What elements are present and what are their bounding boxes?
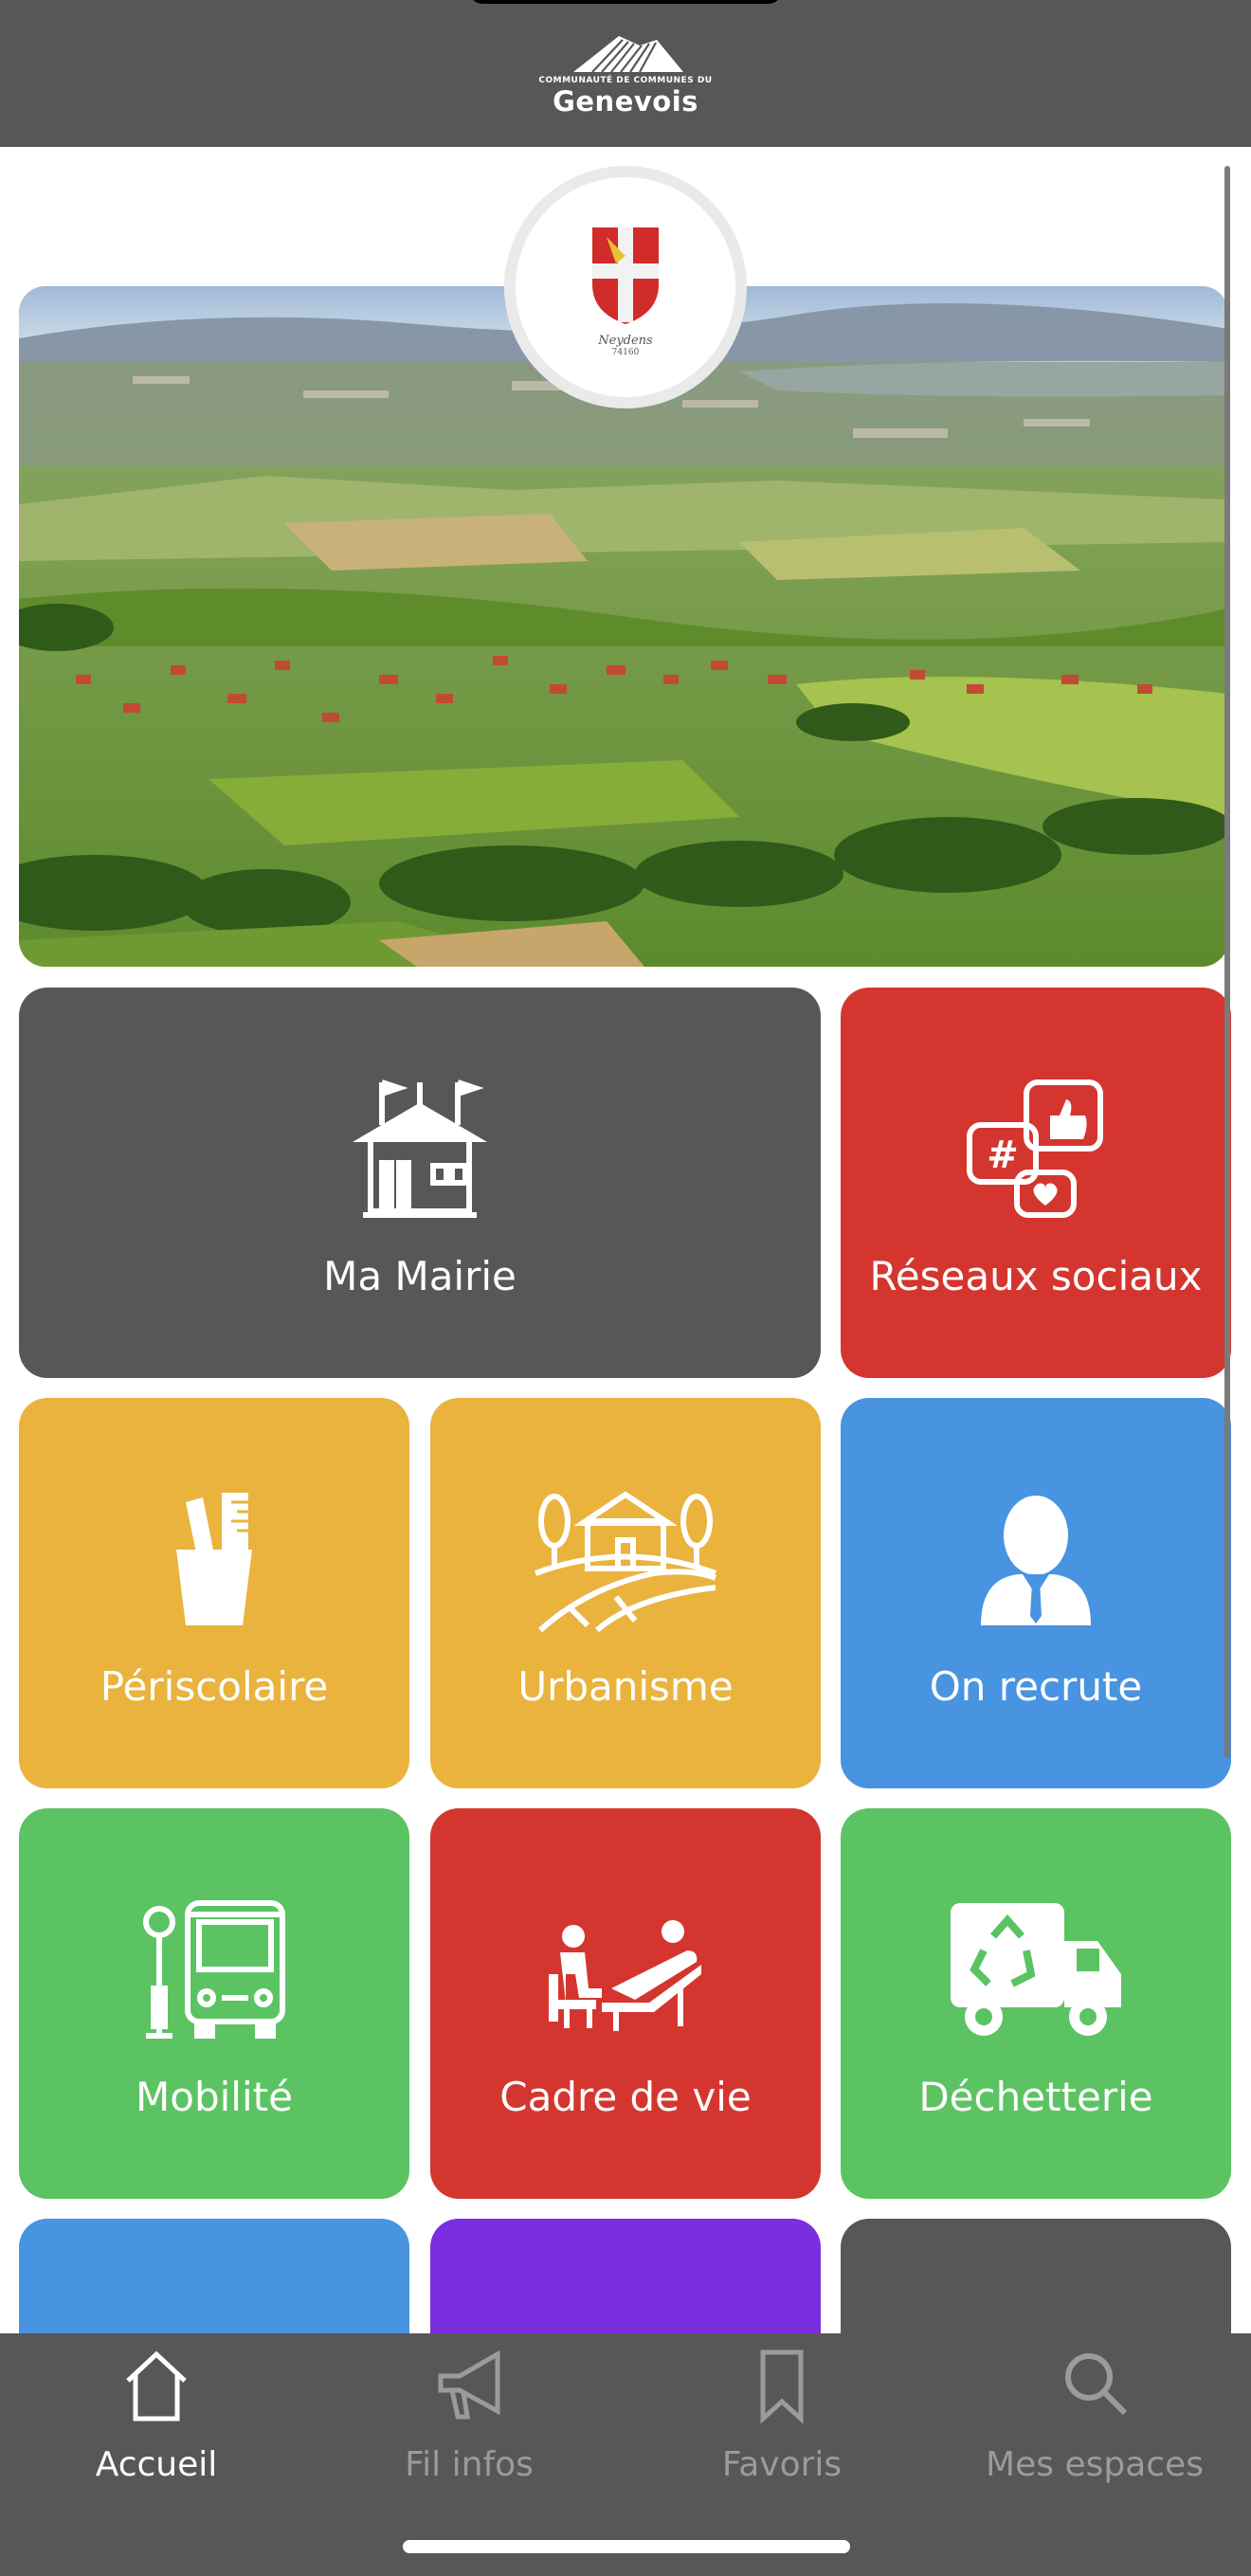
search-icon bbox=[1065, 2353, 1128, 2416]
tile-periscolaire[interactable]: Périscolaire bbox=[19, 1398, 409, 1788]
logo-subtitle: COMMUNAUTÉ DE COMMUNES DU bbox=[538, 76, 713, 85]
tile-ma-mairie[interactable]: Ma Mairie bbox=[19, 988, 821, 1378]
home-content: Neydens 74160 Ma Mairie # Réseaux sociau… bbox=[0, 147, 1251, 2333]
tile-label: Mobilité bbox=[136, 2074, 293, 2120]
megaphone-icon bbox=[438, 2349, 500, 2420]
tab-accueil[interactable]: Accueil bbox=[0, 2333, 313, 2523]
crest-name: Neydens bbox=[598, 333, 653, 348]
tab-label: Fil infos bbox=[405, 2445, 534, 2484]
social-media-icon: # bbox=[967, 1079, 1103, 1218]
tile-partial-3[interactable] bbox=[841, 2219, 1231, 2333]
crest-postcode: 74160 bbox=[611, 347, 640, 357]
recycling-truck-icon bbox=[951, 1903, 1121, 2036]
bookmark-icon bbox=[760, 2349, 804, 2424]
pencil-cup-icon bbox=[176, 1493, 252, 1625]
commune-crest[interactable]: Neydens 74160 bbox=[504, 166, 747, 408]
logo-title: Genevois bbox=[553, 85, 698, 118]
bus-stop-icon bbox=[143, 1900, 285, 2039]
coat-of-arms-icon bbox=[592, 227, 659, 324]
tile-reseaux-sociaux[interactable]: # Réseaux sociaux bbox=[841, 988, 1231, 1378]
tile-partial-1[interactable] bbox=[19, 2219, 409, 2333]
tile-on-recrute[interactable]: On recrute bbox=[841, 1398, 1231, 1788]
scrollbar[interactable] bbox=[1224, 166, 1230, 1758]
top-bar: COMMUNAUTÉ DE COMMUNES DU Genevois bbox=[0, 0, 1251, 147]
businessman-icon bbox=[981, 1496, 1091, 1625]
svg-text:#: # bbox=[987, 1134, 1019, 1177]
tile-label: Réseaux sociaux bbox=[869, 1253, 1203, 1299]
tile-dechetterie[interactable]: Déchetterie bbox=[841, 1808, 1231, 2199]
tile-label: On recrute bbox=[929, 1663, 1143, 1710]
tile-mobilite[interactable]: Mobilité bbox=[19, 1808, 409, 2199]
home-indicator[interactable] bbox=[403, 2540, 850, 2553]
tile-label: Cadre de vie bbox=[499, 2074, 752, 2120]
tab-label: Favoris bbox=[721, 2445, 843, 2484]
tile-label: Déchetterie bbox=[918, 2074, 1153, 2120]
home-icon bbox=[126, 2350, 187, 2422]
tile-label: Urbanisme bbox=[517, 1663, 734, 1710]
relaxation-icon bbox=[549, 1920, 701, 2031]
tile-label: Ma Mairie bbox=[323, 1253, 517, 1299]
village-landscape-icon bbox=[534, 1491, 717, 1633]
tab-favoris[interactable]: Favoris bbox=[626, 2333, 938, 2523]
town-hall-icon bbox=[352, 1079, 488, 1218]
mountain-logo-icon bbox=[564, 36, 687, 74]
tab-label: Mes espaces bbox=[986, 2445, 1204, 2484]
genevois-logo[interactable]: COMMUNAUTÉ DE COMMUNES DU Genevois bbox=[531, 28, 720, 137]
tile-urbanisme[interactable]: Urbanisme bbox=[430, 1398, 821, 1788]
tile-cadre-de-vie[interactable]: Cadre de vie bbox=[430, 1808, 821, 2199]
device-notch bbox=[469, 0, 782, 4]
tab-label: Accueil bbox=[95, 2445, 218, 2484]
tab-mes-espaces[interactable]: Mes espaces bbox=[938, 2333, 1251, 2523]
tab-fil-infos[interactable]: Fil infos bbox=[313, 2333, 626, 2523]
tile-partial-2[interactable] bbox=[430, 2219, 821, 2333]
tile-label: Périscolaire bbox=[100, 1663, 329, 1710]
